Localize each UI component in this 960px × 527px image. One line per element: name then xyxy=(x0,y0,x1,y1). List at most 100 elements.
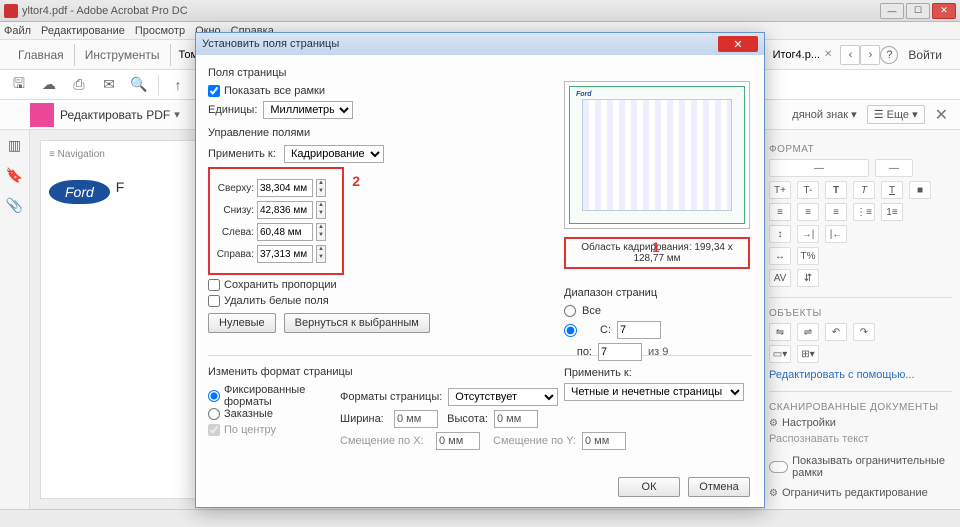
ford-logo: Ford xyxy=(49,180,110,204)
margin-bottom-input[interactable] xyxy=(257,201,313,219)
spacing-icon[interactable]: ↕ xyxy=(769,225,791,243)
spinner[interactable]: ▲▼ xyxy=(316,245,326,263)
outdent-icon[interactable]: |← xyxy=(825,225,847,243)
flip-h-icon[interactable]: ⇌ xyxy=(797,323,819,341)
page-thumb-icon[interactable]: ▥ xyxy=(6,136,24,154)
close-button[interactable]: ✕ xyxy=(932,3,956,19)
color-icon[interactable]: ■ xyxy=(909,181,931,199)
fixed-radio[interactable] xyxy=(208,390,220,402)
settings-item[interactable]: Настройки xyxy=(769,417,952,429)
tab-home[interactable]: Главная xyxy=(8,44,75,66)
bookmark-icon[interactable]: 🔖 xyxy=(6,166,24,184)
edit-mode-icon xyxy=(30,103,54,127)
show-frames-toggle[interactable]: Показывать ограничительные рамки xyxy=(769,455,952,479)
cancel-button[interactable]: Отмена xyxy=(688,477,750,497)
apply-to-select[interactable]: Кадрирование xyxy=(284,145,384,163)
spinner[interactable]: ▲▼ xyxy=(316,223,326,241)
text-add-icon[interactable]: T+ xyxy=(769,181,791,199)
page-format-select[interactable]: Отсутствует xyxy=(448,388,558,406)
app-titlebar: yltor4.pdf - Adobe Acrobat Pro DC — ☐ ✕ xyxy=(0,0,960,22)
apply-range-select[interactable]: Четные и нечетные страницы xyxy=(564,383,744,401)
more-menu[interactable]: ☰ Еще ▾ xyxy=(867,105,925,124)
scale-icon[interactable]: T% xyxy=(797,247,819,265)
maximize-button[interactable]: ☐ xyxy=(906,3,930,19)
rotate-cw-icon[interactable]: ↷ xyxy=(853,323,875,341)
watermark-menu[interactable]: дяной знак ▾ xyxy=(792,108,856,121)
margin-top-input[interactable] xyxy=(257,179,313,197)
remove-white-checkbox[interactable] xyxy=(208,295,220,307)
help-icon[interactable]: ? xyxy=(880,46,898,64)
font-select[interactable]: — xyxy=(769,159,869,177)
offset-x-input xyxy=(436,432,480,450)
restrict-edit[interactable]: Ограничить редактирование xyxy=(769,487,952,499)
flip-v-icon[interactable]: ⇋ xyxy=(769,323,791,341)
units-label: Единицы: xyxy=(208,104,257,116)
margin-left-input[interactable] xyxy=(257,223,313,241)
height-input xyxy=(494,410,538,428)
list-bullet-icon[interactable]: ⋮≡ xyxy=(853,203,875,221)
fields-section-label: Поля страницы xyxy=(208,67,752,79)
range-all-radio[interactable] xyxy=(564,305,576,317)
underline-icon[interactable]: T xyxy=(881,181,903,199)
login-button[interactable]: Войти xyxy=(898,44,952,66)
diagram-placeholder xyxy=(582,99,732,211)
zero-button[interactable]: Нулевые xyxy=(208,313,276,333)
margin-right-input[interactable] xyxy=(257,245,313,263)
spinner[interactable]: ▲▼ xyxy=(316,201,326,219)
next-button[interactable]: › xyxy=(860,45,880,65)
bold-icon[interactable]: T xyxy=(825,181,847,199)
dialog-title: Установить поля страницы xyxy=(202,38,718,50)
page-preview: Ford xyxy=(564,81,750,229)
range-from-input[interactable] xyxy=(617,321,661,339)
arrange-icon[interactable]: ▭▾ xyxy=(769,345,791,363)
indent-icon[interactable]: →| xyxy=(797,225,819,243)
custom-radio[interactable] xyxy=(208,408,220,420)
status-bar xyxy=(0,509,960,527)
show-all-checkbox[interactable] xyxy=(208,85,220,97)
search-icon[interactable]: 🔍 xyxy=(128,74,150,96)
font-size[interactable]: — xyxy=(875,159,913,177)
text-remove-icon[interactable]: T- xyxy=(797,181,819,199)
baseline-icon[interactable]: ⇵ xyxy=(797,269,819,287)
close-icon[interactable]: ✕ xyxy=(824,49,832,60)
tab-tools[interactable]: Инструменты xyxy=(75,44,171,66)
italic-icon[interactable]: T xyxy=(853,181,875,199)
scanned-header: СКАНИРОВАННЫЕ ДОКУМЕНТЫ xyxy=(769,402,952,413)
attachment-icon[interactable]: 📎 xyxy=(6,196,24,214)
revert-button[interactable]: Вернуться к выбранным xyxy=(284,313,430,333)
ok-button[interactable]: ОК xyxy=(618,477,680,497)
mail-icon[interactable]: ✉ xyxy=(98,74,120,96)
menu-view[interactable]: Просмотр xyxy=(135,25,185,37)
chevron-down-icon[interactable]: ▾ xyxy=(174,108,180,121)
rotate-ccw-icon[interactable]: ↶ xyxy=(825,323,847,341)
dialog-titlebar[interactable]: Установить поля страницы ✕ xyxy=(196,33,764,55)
arrow-up-icon[interactable]: ↑ xyxy=(167,74,189,96)
doc-tab-2[interactable]: Итог4.p...✕ xyxy=(765,49,841,61)
align-left-icon[interactable]: ≡ xyxy=(769,203,791,221)
menu-edit[interactable]: Редактирование xyxy=(41,25,125,37)
print-icon[interactable]: ⎙ xyxy=(68,74,90,96)
keep-ratio-checkbox[interactable] xyxy=(208,279,220,291)
offset-y-input xyxy=(582,432,626,450)
menu-file[interactable]: Файл xyxy=(4,25,31,37)
minimize-button[interactable]: — xyxy=(880,3,904,19)
edit-pdf-label: Редактировать PDF xyxy=(60,108,170,122)
units-select[interactable]: Миллиметры xyxy=(263,101,353,119)
margins-group: 2 Сверху:▲▼ Снизу:▲▼ Слева:▲▼ Справа:▲▼ xyxy=(208,167,344,275)
save-icon[interactable]: 🖫 xyxy=(8,74,30,96)
align-right-icon[interactable]: ≡ xyxy=(825,203,847,221)
left-rail: ▥ 🔖 📎 xyxy=(0,130,30,510)
prev-button[interactable]: ‹ xyxy=(840,45,860,65)
close-panel-icon[interactable]: ✕ xyxy=(935,105,948,125)
align-center-icon[interactable]: ≡ xyxy=(797,203,819,221)
kerning-icon[interactable]: AV xyxy=(769,269,791,287)
range-to-input[interactable] xyxy=(598,343,642,361)
align-obj-icon[interactable]: ⊞▾ xyxy=(797,345,819,363)
cloud-icon[interactable]: ☁ xyxy=(38,74,60,96)
list-number-icon[interactable]: 1≡ xyxy=(881,203,903,221)
spinner[interactable]: ▲▼ xyxy=(316,179,326,197)
range-from-radio[interactable] xyxy=(564,324,577,337)
edit-with-link[interactable]: Редактировать с помощью... xyxy=(769,369,952,381)
hspace-icon[interactable]: ↔ xyxy=(769,247,791,265)
dialog-close-button[interactable]: ✕ xyxy=(718,36,758,52)
